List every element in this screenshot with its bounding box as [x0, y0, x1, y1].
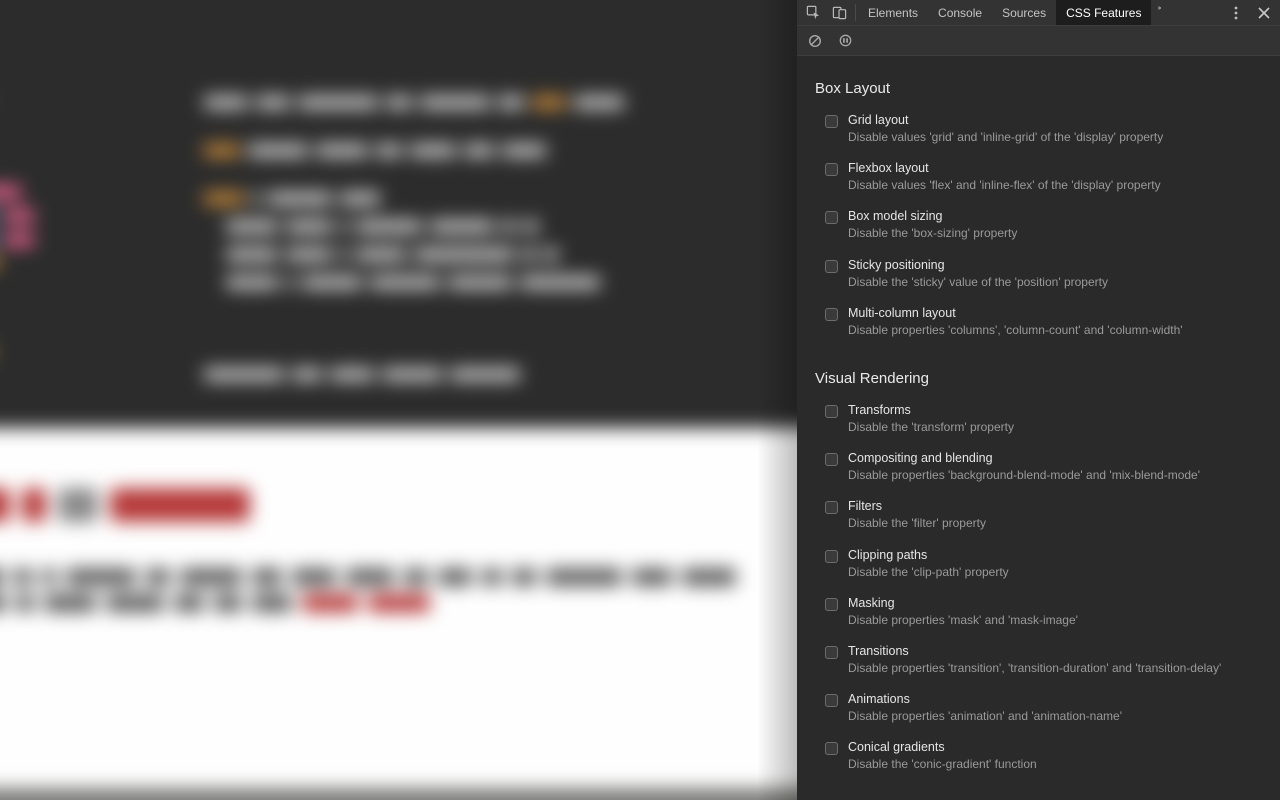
feature-label: Clipping paths [848, 548, 1262, 562]
feature-label: Masking [848, 596, 1262, 610]
feature-animations-checkbox[interactable] [825, 694, 838, 707]
tab-elements[interactable]: Elements [858, 0, 928, 25]
feature-multi-column-layout: Multi-column layout Disable properties '… [815, 300, 1262, 348]
css-features-toolbar [797, 26, 1280, 56]
feature-grid-layout: Grid layout Disable values 'grid' and 'i… [815, 107, 1262, 155]
tab-sources[interactable]: Sources [992, 0, 1056, 25]
feature-compositing-blending: Compositing and blending Disable propert… [815, 445, 1262, 493]
devtools-menu-icon[interactable] [1228, 5, 1244, 21]
feature-label: Grid layout [848, 113, 1262, 127]
css-features-body[interactable]: Box Layout Grid layout Disable values 'g… [797, 56, 1280, 800]
devtools-tabstrip: Elements Console Sources CSS Features [797, 0, 1280, 26]
feature-label: Transitions [848, 644, 1262, 658]
feature-desc: Disable the 'transform' property [848, 419, 1262, 435]
code-gutter: ·· · · [0, 90, 110, 362]
devtools-panel: Elements Console Sources CSS Features [797, 0, 1280, 800]
feature-box-model-sizing: Box model sizing Disable the 'box-sizing… [815, 203, 1262, 251]
feature-desc: Disable properties 'background-blend-mod… [848, 467, 1262, 483]
feature-conical-gradients: Conical gradients Disable the 'conic-gra… [815, 734, 1262, 782]
feature-conical-gradients-checkbox[interactable] [825, 742, 838, 755]
feature-grid-layout-checkbox[interactable] [825, 115, 838, 128]
page-blur-layer: ·· · · [0, 0, 797, 800]
feature-label: Conical gradients [848, 740, 1262, 754]
feature-compositing-blending-checkbox[interactable] [825, 453, 838, 466]
feature-box-model-sizing-checkbox[interactable] [825, 211, 838, 224]
section-title-visual-rendering: Visual Rendering [815, 370, 1262, 387]
feature-label: Sticky positioning [848, 258, 1262, 272]
feature-desc: Disable the 'clip-path' property [848, 564, 1262, 580]
device-toolbar-icon[interactable] [831, 5, 847, 21]
article-title [0, 488, 250, 522]
feature-desc: Disable properties 'columns', 'column-co… [848, 322, 1262, 338]
feature-desc: Disable the 'sticky' value of the 'posit… [848, 274, 1262, 290]
feature-transitions-checkbox[interactable] [825, 646, 838, 659]
feature-transitions: Transitions Disable properties 'transiti… [815, 638, 1262, 686]
feature-label: Flexbox layout [848, 161, 1262, 175]
section-title-box-layout: Box Layout [815, 80, 1262, 97]
code-lines [204, 90, 797, 390]
feature-clipping-paths: Clipping paths Disable the 'clip-path' p… [815, 542, 1262, 590]
feature-sticky-positioning-checkbox[interactable] [825, 260, 838, 273]
article-paragraph [0, 568, 736, 620]
inspected-page-preview: ·· · · [0, 0, 797, 800]
feature-desc: Disable properties 'transition', 'transi… [848, 660, 1262, 676]
feature-filters: Filters Disable the 'filter' property [815, 493, 1262, 541]
feature-transforms: Transforms Disable the 'transform' prope… [815, 397, 1262, 445]
feature-desc: Disable properties 'mask' and 'mask-imag… [848, 612, 1262, 628]
article-region [0, 428, 797, 788]
feature-label: Multi-column layout [848, 306, 1262, 320]
feature-sticky-positioning: Sticky positioning Disable the 'sticky' … [815, 252, 1262, 300]
tab-css-features[interactable]: CSS Features [1056, 0, 1151, 25]
feature-label: Box model sizing [848, 209, 1262, 223]
code-editor-region: ·· · · [0, 0, 797, 428]
feature-desc: Disable values 'grid' and 'inline-grid' … [848, 129, 1262, 145]
feature-desc: Disable the 'conic-gradient' function [848, 756, 1262, 772]
feature-transforms-checkbox[interactable] [825, 405, 838, 418]
close-devtools-icon[interactable] [1256, 5, 1272, 21]
feature-desc: Disable the 'filter' property [848, 515, 1262, 531]
feature-masking-checkbox[interactable] [825, 598, 838, 611]
feature-flexbox-layout-checkbox[interactable] [825, 163, 838, 176]
feature-animations: Animations Disable properties 'animation… [815, 686, 1262, 734]
feature-label: Animations [848, 692, 1262, 706]
feature-filters-checkbox[interactable] [825, 501, 838, 514]
feature-label: Transforms [848, 403, 1262, 417]
feature-label: Compositing and blending [848, 451, 1262, 465]
feature-masking: Masking Disable properties 'mask' and 'm… [815, 590, 1262, 638]
feature-desc: Disable values 'flex' and 'inline-flex' … [848, 177, 1262, 193]
feature-clipping-paths-checkbox[interactable] [825, 550, 838, 563]
feature-desc: Disable properties 'animation' and 'anim… [848, 708, 1262, 724]
feature-multi-column-layout-checkbox[interactable] [825, 308, 838, 321]
tab-console[interactable]: Console [928, 0, 992, 25]
feature-desc: Disable the 'box-sizing' property [848, 225, 1262, 241]
feature-flexbox-layout: Flexbox layout Disable values 'flex' and… [815, 155, 1262, 203]
pause-icon[interactable] [837, 33, 853, 49]
more-tabs-icon[interactable] [1151, 0, 1167, 16]
clear-icon[interactable] [807, 33, 823, 49]
inspect-element-icon[interactable] [805, 5, 821, 21]
feature-label: Filters [848, 499, 1262, 513]
